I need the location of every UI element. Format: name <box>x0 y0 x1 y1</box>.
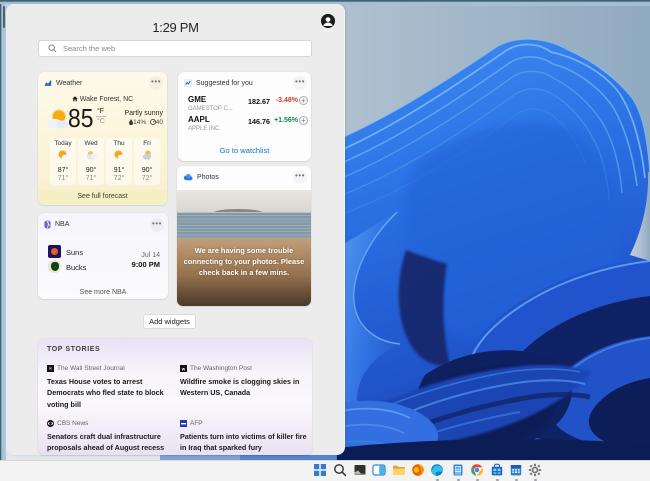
svg-text:W: W <box>49 367 53 371</box>
svg-text:w: w <box>181 366 186 371</box>
